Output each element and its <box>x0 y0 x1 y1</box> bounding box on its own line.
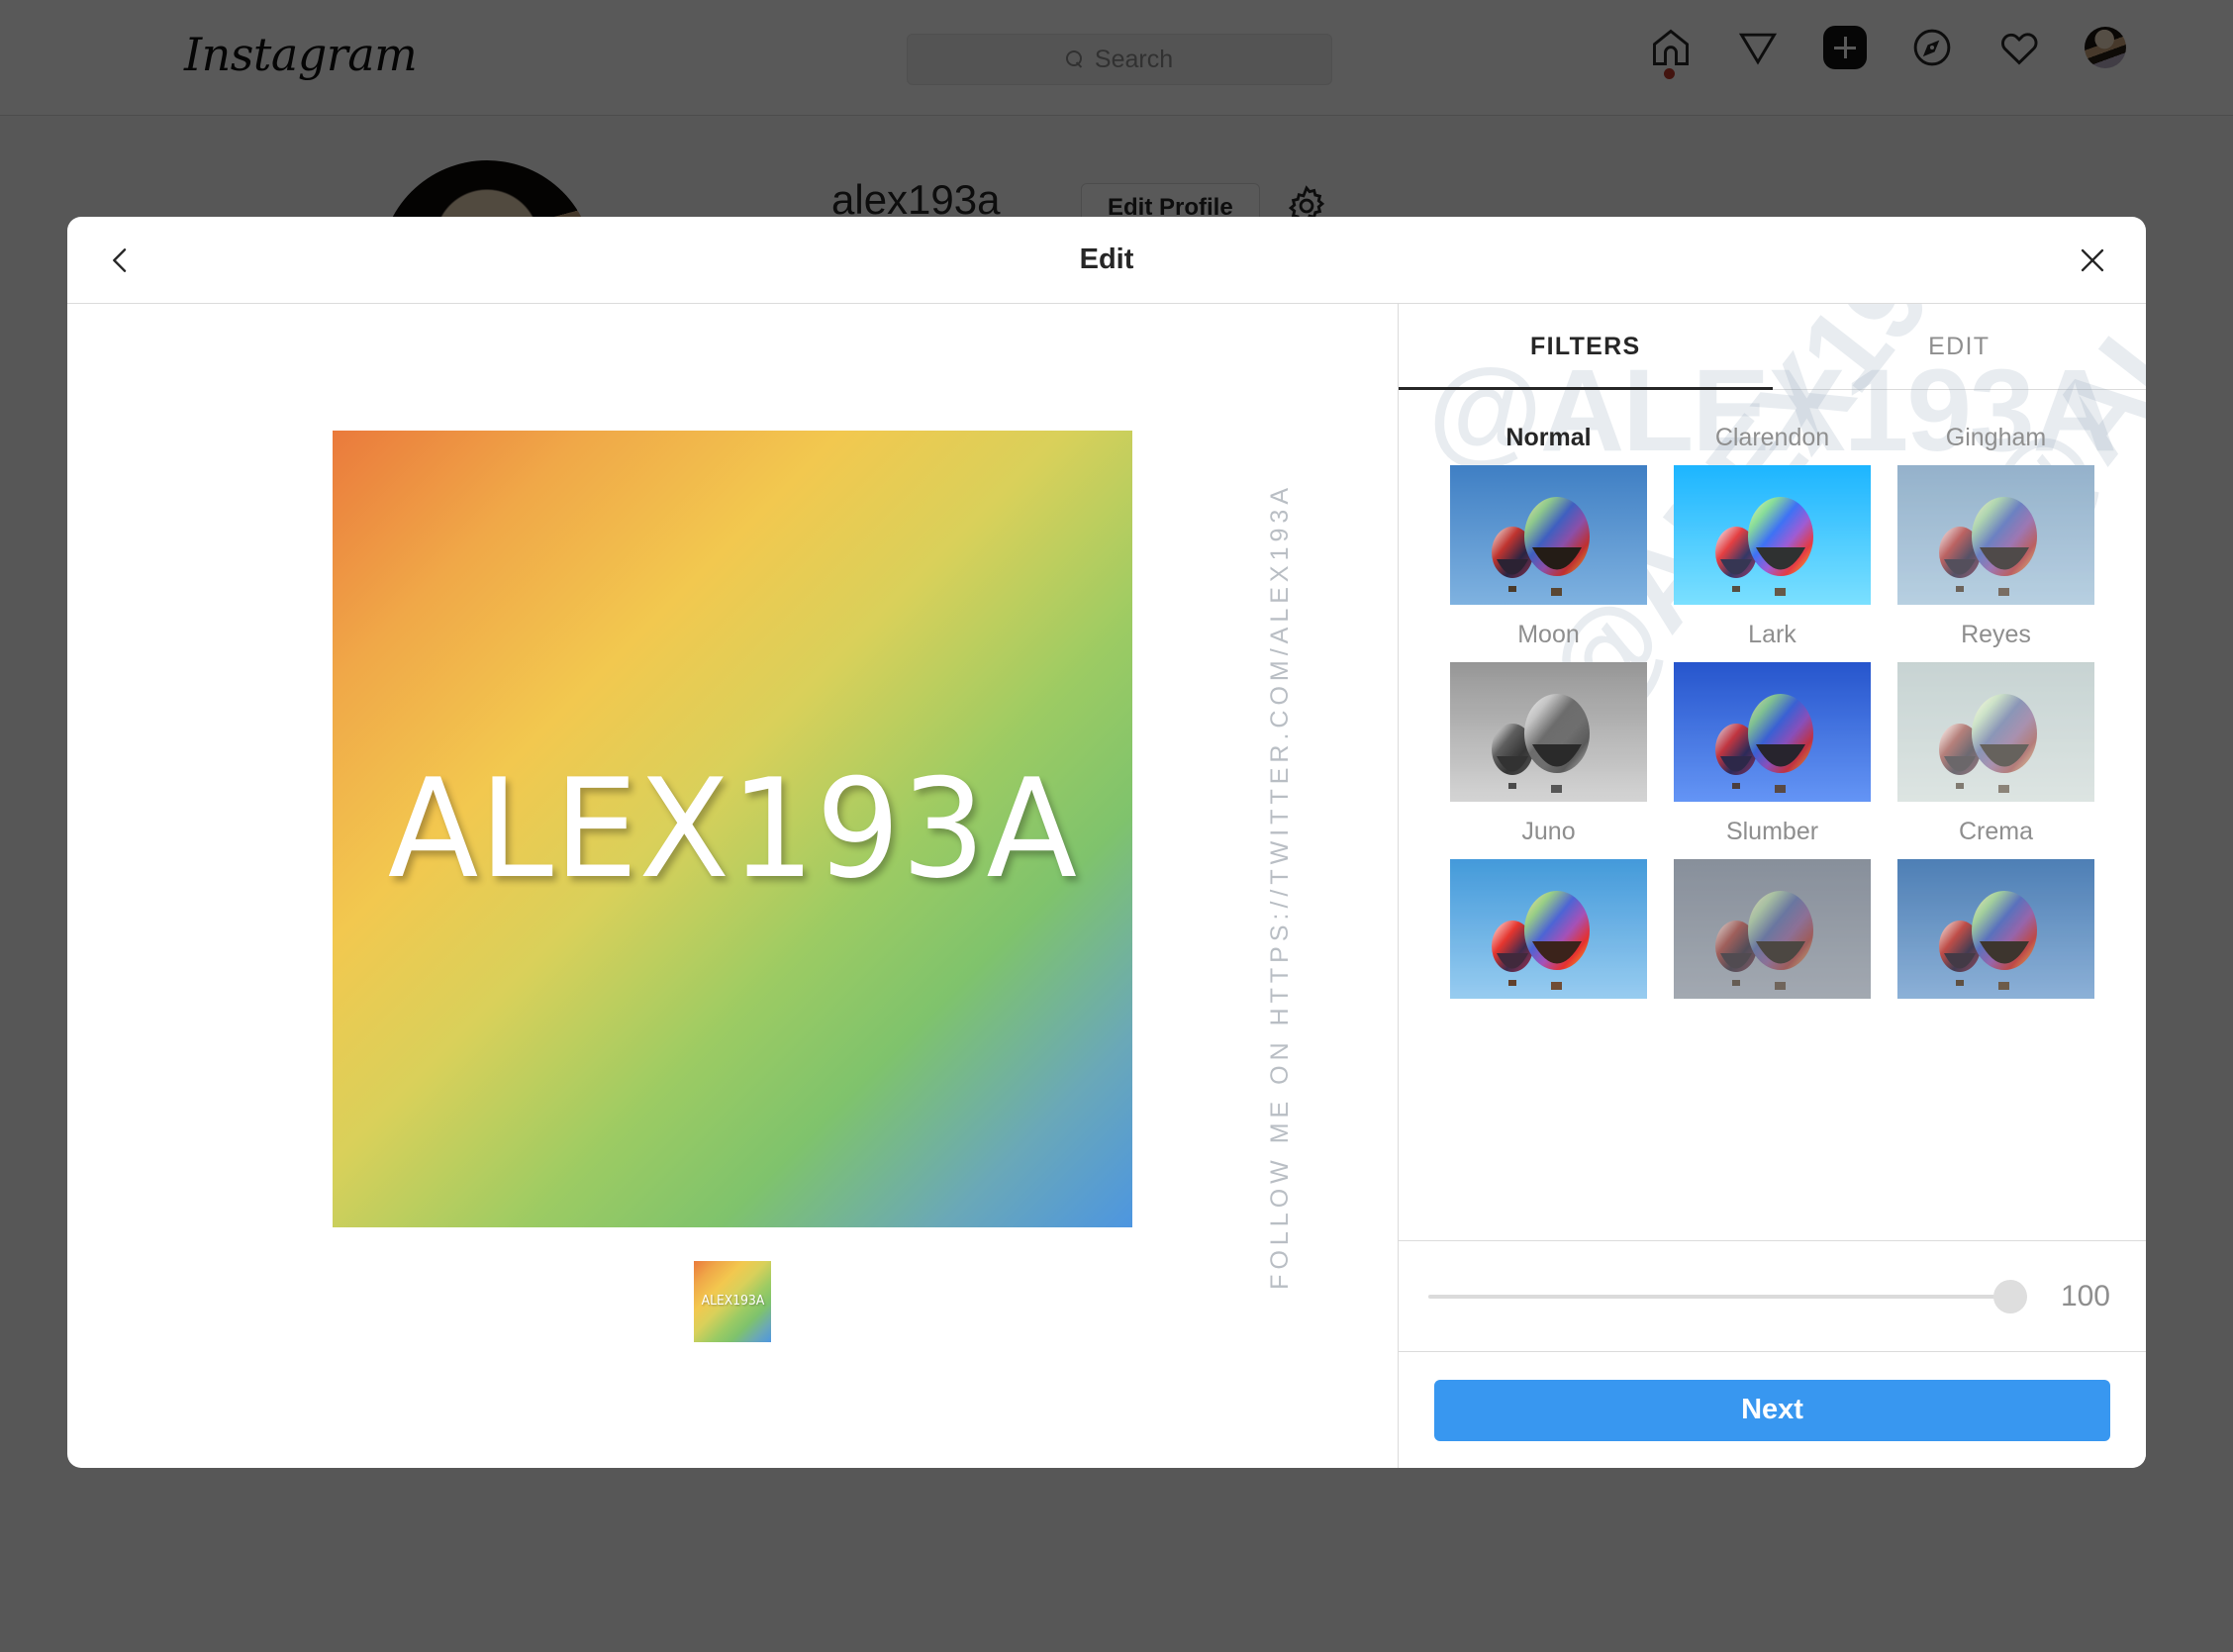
filter-strength-slider-row: 100 <box>1399 1240 2146 1351</box>
filter-thumbnail[interactable] <box>1897 465 2094 605</box>
thumbnail-label: ALEX193A <box>701 1294 764 1309</box>
filter-label: Lark <box>1748 621 1796 648</box>
filter-option-gingham[interactable]: Gingham <box>1897 408 2094 605</box>
slider-track <box>1428 1294 2027 1299</box>
filter-option-crema[interactable]: Crema <box>1897 802 2094 999</box>
filters-grid: Normal Clarendon Gingham Moon Lark Reyes… <box>1450 390 2094 999</box>
thumbnail-strip: ALEX193A <box>694 1260 771 1342</box>
filter-thumbnail[interactable] <box>1897 662 2094 802</box>
chevron-left-icon[interactable] <box>93 233 148 288</box>
filter-thumbnail[interactable] <box>1674 859 1871 999</box>
filter-label: Gingham <box>1945 424 2047 451</box>
image-preview[interactable]: ALEX193A <box>333 430 1132 1227</box>
filter-label: Slumber <box>1725 818 1819 845</box>
slider-value-label: 100 <box>2060 1279 2110 1312</box>
next-button[interactable]: Next <box>1434 1379 2110 1441</box>
close-icon[interactable] <box>2065 233 2120 288</box>
filter-strength-slider[interactable] <box>1428 1279 2027 1313</box>
tab-edit[interactable]: EDIT <box>1773 304 2147 389</box>
filter-label: Normal <box>1505 424 1592 451</box>
slider-knob[interactable] <box>1993 1279 2027 1313</box>
filters-scroll-area[interactable]: Normal Clarendon Gingham Moon Lark Reyes… <box>1399 390 2146 1240</box>
filter-thumbnail[interactable] <box>1674 662 1871 802</box>
vertical-watermark-text: FOLLOW ME ON HTTPS://TWITTER.COM/ALEX193… <box>1265 482 1294 1290</box>
filter-option-moon[interactable]: Moon <box>1450 605 1647 802</box>
modal-body: ALEX193A ALEX193A FOLLOW ME ON HTTPS://T… <box>67 304 2146 1468</box>
tab-filters[interactable]: FILTERS <box>1399 304 1773 390</box>
next-row: Next <box>1399 1351 2146 1468</box>
filter-option-juno[interactable]: Juno <box>1450 802 1647 999</box>
filter-label: Crema <box>1958 818 2033 845</box>
filter-label: Clarendon <box>1714 424 1830 451</box>
filter-label: Reyes <box>1961 621 2031 648</box>
filter-option-reyes[interactable]: Reyes <box>1897 605 2094 802</box>
preview-overlay-text: ALEX193A <box>387 748 1078 909</box>
filter-thumbnail[interactable] <box>1897 859 2094 999</box>
modal-header: Edit <box>67 217 2146 304</box>
vertical-watermark: FOLLOW ME ON HTTPS://TWITTER.COM/ALEX193… <box>1250 304 1310 1468</box>
filter-option-lark[interactable]: Lark <box>1674 605 1871 802</box>
filter-option-normal[interactable]: Normal <box>1450 408 1647 605</box>
filter-thumbnail[interactable] <box>1450 662 1647 802</box>
preview-pane: ALEX193A ALEX193A FOLLOW ME ON HTTPS://T… <box>67 304 1399 1468</box>
filter-thumbnail[interactable] <box>1674 465 1871 605</box>
filter-edit-tabs: FILTERS EDIT <box>1399 304 2146 390</box>
filter-thumbnail[interactable] <box>1450 859 1647 999</box>
thumbnail-item[interactable]: ALEX193A <box>694 1260 771 1342</box>
filter-thumbnail[interactable] <box>1450 465 1647 605</box>
filters-pane: @ALEX193A @ALEX193A @ALEX193A FILTERS ED… <box>1399 304 2146 1468</box>
filter-option-slumber[interactable]: Slumber <box>1674 802 1871 999</box>
filter-option-clarendon[interactable]: Clarendon <box>1674 408 1871 605</box>
modal-title: Edit <box>1079 243 1134 275</box>
filter-label: Juno <box>1521 818 1576 845</box>
filter-label: Moon <box>1517 621 1580 648</box>
edit-post-modal: Edit ALEX193A ALEX193A FOLLOW ME ON HTTP… <box>67 217 2146 1468</box>
